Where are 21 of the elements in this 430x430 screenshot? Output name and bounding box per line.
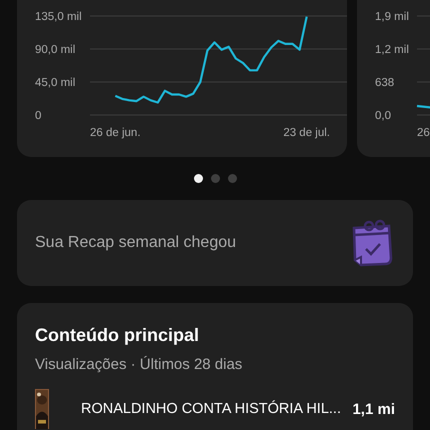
axis-label: 0,0 bbox=[375, 110, 391, 122]
axis-label: 638 bbox=[375, 77, 394, 89]
axis-label: 23 de jul. bbox=[283, 127, 330, 139]
axis-label: 90,0 mil bbox=[35, 44, 76, 56]
view-count: 1,1 mi bbox=[352, 400, 395, 418]
axis-label: 0 bbox=[35, 110, 42, 122]
axis-label: 1,9 mil bbox=[375, 11, 409, 23]
axis-label: 135,0 mil bbox=[35, 11, 82, 23]
video-title[interactable]: RONALDINHO CONTA HISTÓRIA HIL... bbox=[81, 401, 352, 417]
recap-text: Sua Recap semanal chegou bbox=[35, 234, 236, 252]
page-dot[interactable] bbox=[210, 174, 220, 183]
recap-card[interactable]: Sua Recap semanal chegou bbox=[17, 200, 413, 286]
page-dot[interactable] bbox=[228, 174, 236, 183]
axis-label: 26 de jun. bbox=[90, 127, 141, 139]
axis-label: 1,2 mil bbox=[375, 44, 409, 56]
page-dot[interactable] bbox=[194, 174, 202, 183]
chart-line bbox=[416, 104, 430, 109]
section-title: Conteúdo principal bbox=[35, 325, 200, 346]
axis-label: 26 bbox=[417, 127, 430, 139]
axis-label: 45,0 mil bbox=[35, 77, 76, 89]
section-subtitle: Visualizações · Últimos 28 dias bbox=[35, 356, 244, 373]
